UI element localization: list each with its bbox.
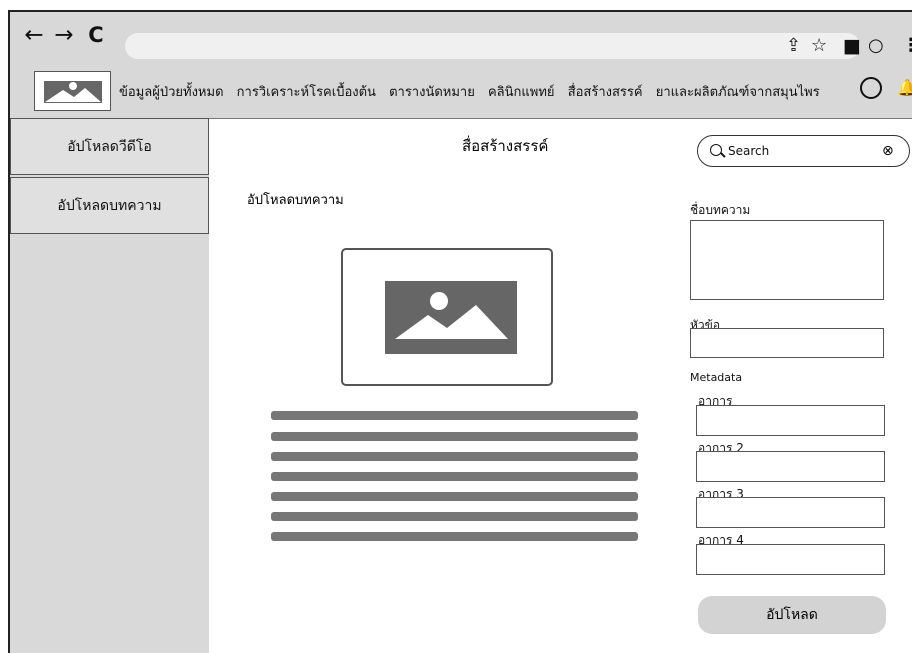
app-frame: ← → C ⇪ ☆ ■ ○ ⋮ ข้อมูลผู้ป่วยทั้งหมด การ…: [0, 0, 912, 653]
metadata-label: Metadata: [690, 371, 743, 384]
text-line: [271, 512, 638, 521]
article-image-placeholder[interactable]: [341, 248, 553, 386]
text-line: [271, 492, 638, 501]
sidebar: อัปโหลดวีดีโอ อัปโหลดบทความ: [10, 118, 209, 653]
sidebar-icon[interactable]: ■: [843, 36, 861, 56]
search-icon: [710, 144, 722, 156]
profile-icon[interactable]: ○: [868, 36, 884, 56]
sidebar-item-upload-video[interactable]: อัปโหลดวีดีโอ: [10, 118, 209, 175]
topic-input[interactable]: [690, 328, 884, 358]
reload-button[interactable]: C: [86, 24, 106, 48]
text-line: [271, 452, 638, 461]
share-icon[interactable]: ⇪: [786, 36, 801, 56]
text-line: [271, 432, 638, 441]
back-button[interactable]: ←: [22, 24, 46, 48]
text-line: [271, 411, 638, 420]
address-bar[interactable]: [125, 33, 860, 59]
section-title: อัปโหลดบทความ: [247, 193, 344, 208]
app-navigation: ข้อมูลผู้ป่วยทั้งหมด การวิเคราะห์โรคเบื้…: [10, 60, 912, 119]
symptom-1-input[interactable]: [696, 405, 885, 436]
text-line: [271, 472, 638, 481]
avatar-icon[interactable]: [860, 77, 882, 99]
bell-icon[interactable]: 🔔: [897, 78, 912, 97]
menu-icon[interactable]: ⋮: [902, 36, 912, 56]
text-line: [271, 532, 638, 541]
menu-item-preliminary-diagnosis[interactable]: การวิเคราะห์โรคเบื้องต้น: [237, 85, 376, 100]
symptom-2-input[interactable]: [696, 451, 885, 482]
symptom-3-input[interactable]: [696, 497, 885, 528]
menu-item-appointments[interactable]: ตารางนัดหมาย: [389, 85, 475, 100]
main-menu: ข้อมูลผู้ป่วยทั้งหมด การวิเคราะห์โรคเบื้…: [119, 81, 829, 102]
page-title: สื่อสร้างสรรค์: [462, 137, 549, 155]
forward-button[interactable]: →: [52, 24, 76, 48]
sidebar-item-upload-article[interactable]: อัปโหลดบทความ: [10, 177, 209, 234]
image-icon: [385, 281, 517, 354]
menu-item-clinic[interactable]: คลินิกแพทย์: [488, 85, 555, 100]
search-placeholder: Search: [728, 144, 770, 158]
search-input[interactable]: Search ⊗: [697, 135, 910, 167]
article-name-label: ชื่อบทความ: [690, 203, 751, 217]
upload-button[interactable]: อัปโหลด: [698, 596, 886, 634]
menu-item-creative-media[interactable]: สื่อสร้างสรรค์: [568, 85, 643, 100]
menu-item-herbal-products[interactable]: ยาและผลิตภัณฑ์จากสมุนไพร: [656, 85, 820, 100]
star-icon[interactable]: ☆: [811, 36, 827, 56]
search-icon-handle: [720, 152, 726, 158]
browser-toolbar: ← → C ⇪ ☆ ■ ○ ⋮: [10, 12, 912, 60]
logo-image: [34, 71, 111, 111]
menu-item-patient-data[interactable]: ข้อมูลผู้ป่วยทั้งหมด: [119, 85, 224, 100]
clear-icon[interactable]: ⊗: [882, 143, 894, 159]
article-name-textarea[interactable]: [690, 220, 884, 300]
symptom-4-input[interactable]: [696, 544, 885, 575]
